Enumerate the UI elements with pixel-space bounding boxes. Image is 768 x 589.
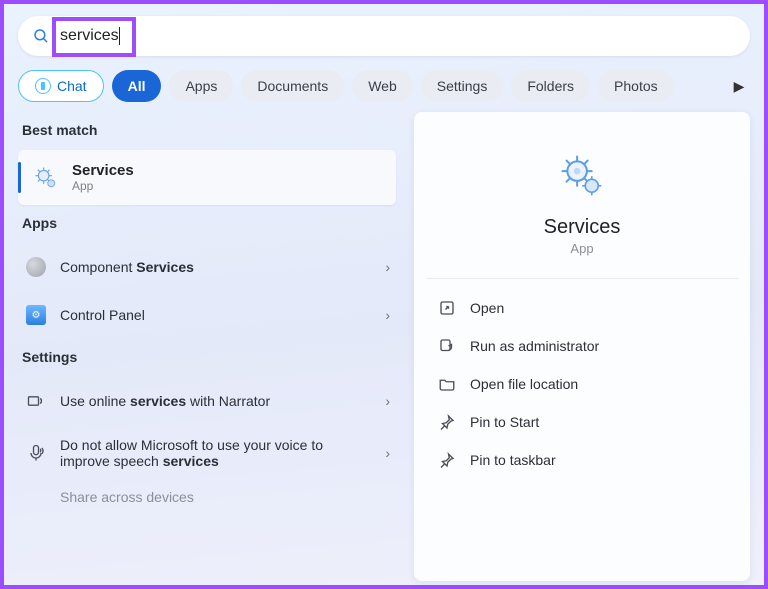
bing-icon <box>35 78 51 94</box>
best-match-result[interactable]: Services App <box>18 150 396 205</box>
search-input[interactable]: services <box>60 27 120 44</box>
tabs-overflow-icon[interactable]: ▶ <box>728 78 750 95</box>
settings-result-narrator[interactable]: Use online services with Narrator › <box>18 377 396 425</box>
microphone-icon <box>24 441 48 465</box>
result-label: Use online services with Narrator <box>60 393 373 409</box>
divider <box>426 278 738 279</box>
start-search-panel: services Chat All Apps Documents Web Set… <box>0 0 768 589</box>
search-icon <box>32 27 50 45</box>
best-match-subtitle: App <box>72 179 134 193</box>
tab-photos[interactable]: Photos <box>598 70 674 102</box>
tab-apps[interactable]: Apps <box>169 70 233 102</box>
action-label: Pin to Start <box>470 414 539 430</box>
tab-chat[interactable]: Chat <box>18 70 104 102</box>
app-result-component-services[interactable]: Component Services › <box>18 243 396 291</box>
action-label: Run as administrator <box>470 338 599 354</box>
pin-icon <box>438 451 456 469</box>
filter-tabs: Chat All Apps Documents Web Settings Fol… <box>4 56 764 112</box>
chevron-right-icon: › <box>385 393 390 409</box>
folder-icon <box>438 375 456 393</box>
action-label: Open <box>470 300 504 316</box>
tab-folders[interactable]: Folders <box>511 70 590 102</box>
result-label: Do not allow Microsoft to use your voice… <box>60 437 373 469</box>
detail-subtitle: App <box>432 241 732 256</box>
action-pin-start[interactable]: Pin to Start <box>432 403 732 441</box>
result-label: Control Panel <box>60 307 373 323</box>
detail-title: Services <box>432 216 732 239</box>
action-pin-taskbar[interactable]: Pin to taskbar <box>432 441 732 479</box>
chevron-right-icon: › <box>385 307 390 323</box>
settings-result-speech[interactable]: Do not allow Microsoft to use your voice… <box>18 425 396 481</box>
best-match-title: Services <box>72 162 134 179</box>
detail-gear-icon <box>556 150 608 202</box>
tab-web[interactable]: Web <box>352 70 413 102</box>
section-apps: Apps <box>18 205 396 243</box>
action-run-admin[interactable]: Run as administrator <box>432 327 732 365</box>
action-open[interactable]: Open <box>432 289 732 327</box>
action-label: Open file location <box>470 376 578 392</box>
app-result-control-panel[interactable]: ⚙ Control Panel › <box>18 291 396 339</box>
detail-pane: Services App Open Run as administrator O… <box>414 112 750 581</box>
tab-documents[interactable]: Documents <box>241 70 344 102</box>
narrator-icon <box>24 389 48 413</box>
action-label: Pin to taskbar <box>470 452 556 468</box>
shield-icon <box>438 337 456 355</box>
chevron-right-icon: › <box>385 259 390 275</box>
search-bar[interactable]: services <box>18 16 750 56</box>
results-column: Best match Services App Apps Component S… <box>18 112 396 581</box>
tab-settings[interactable]: Settings <box>421 70 504 102</box>
open-icon <box>438 299 456 317</box>
section-settings: Settings <box>18 339 396 377</box>
action-open-location[interactable]: Open file location <box>432 365 732 403</box>
result-label: Component Services <box>60 259 373 275</box>
chevron-right-icon: › <box>385 445 390 461</box>
section-best-match: Best match <box>18 112 396 150</box>
services-gear-icon <box>32 164 60 192</box>
component-services-icon <box>26 257 46 277</box>
control-panel-icon: ⚙ <box>26 305 46 325</box>
settings-result-truncated[interactable]: Share across devices <box>18 481 396 505</box>
tab-all[interactable]: All <box>112 70 162 102</box>
pin-icon <box>438 413 456 431</box>
